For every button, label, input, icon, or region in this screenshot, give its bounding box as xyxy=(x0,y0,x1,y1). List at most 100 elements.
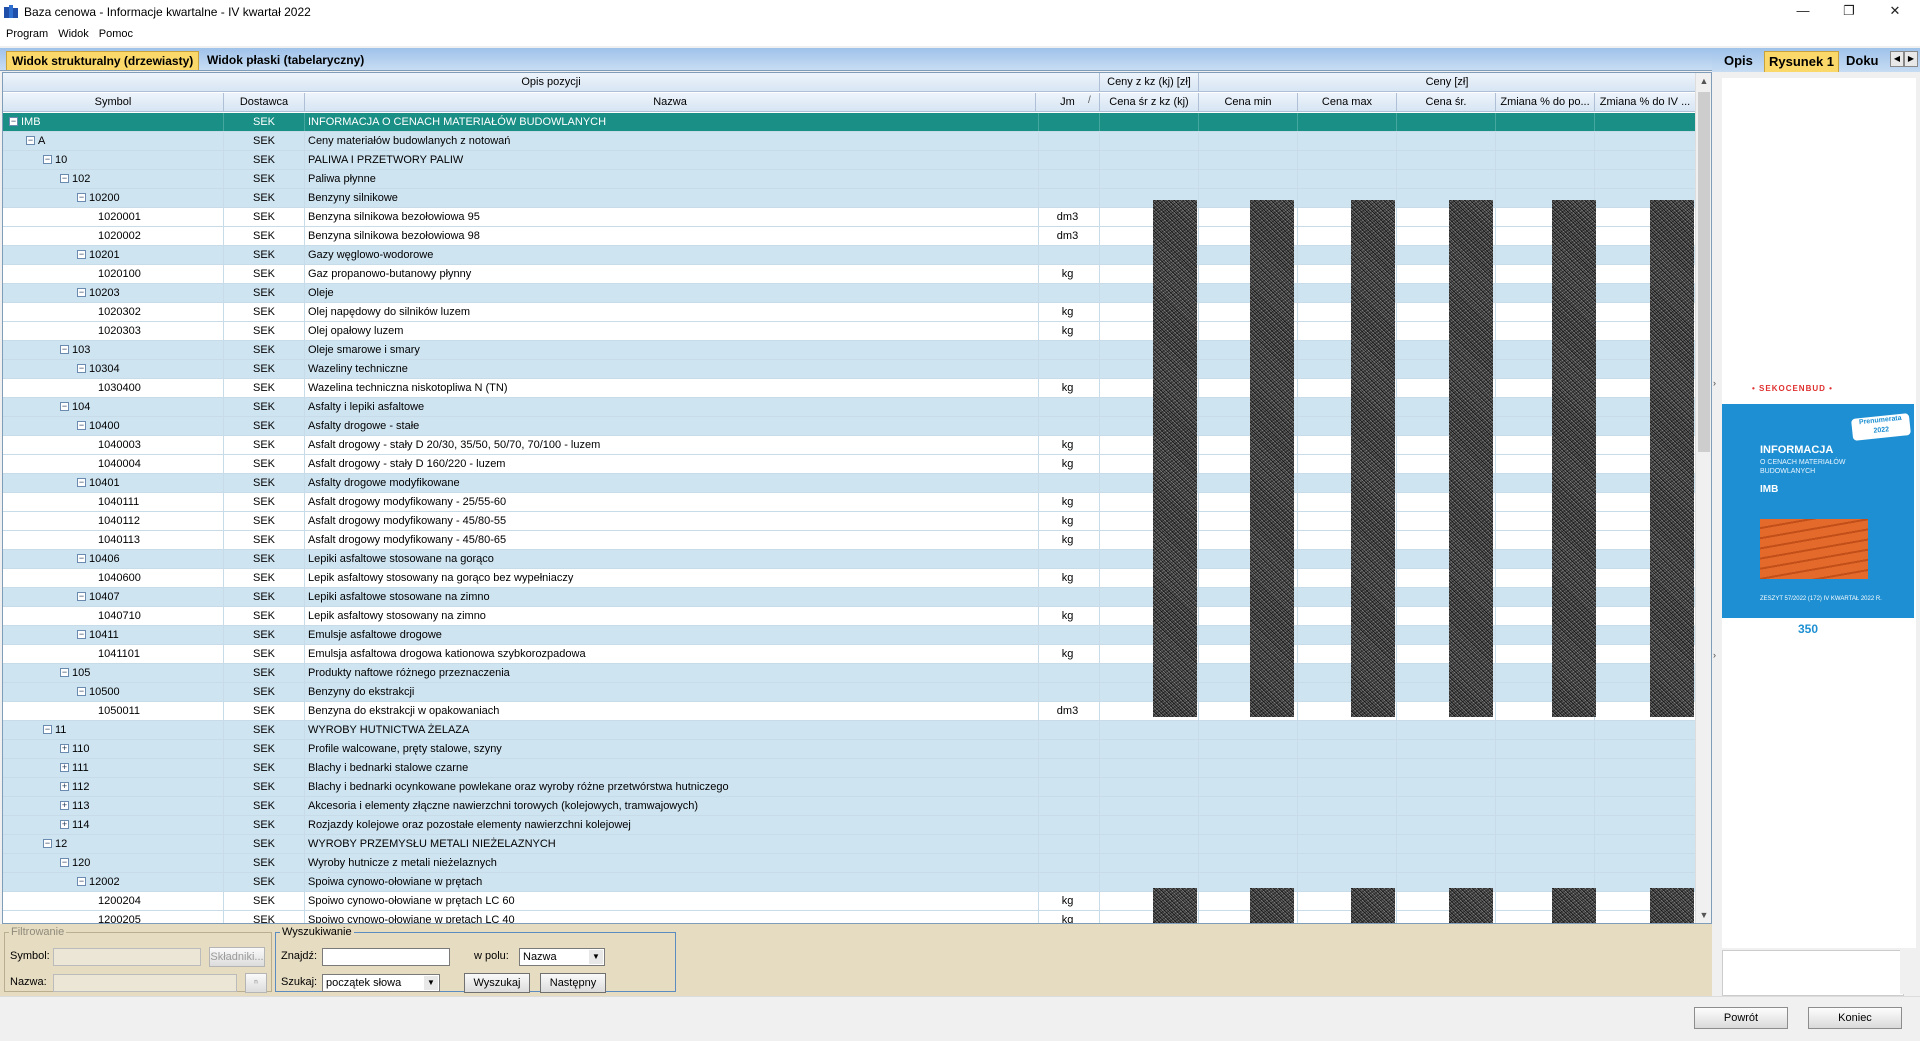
table-row[interactable]: 1040004 SEK Asfalt drogowy - stały D 160/2… xyxy=(3,455,1696,474)
table-row[interactable]: 1020303 SEK Olej opałowy luzem kg xyxy=(3,322,1696,341)
collapse-node-icon[interactable]: − xyxy=(60,668,69,677)
table-row[interactable]: −10407 SEK Lepiki asfaltowe stosowane na z… xyxy=(3,588,1696,607)
tabs-scroll-right-icon[interactable]: ▶ xyxy=(1904,51,1918,67)
table-row[interactable]: −10400 SEK Asfalty drogowe - stałe xyxy=(3,417,1696,436)
table-row[interactable]: −10201 SEK Gazy węglowo-wodorowe xyxy=(3,246,1696,265)
collapse-node-icon[interactable]: − xyxy=(77,193,86,202)
table-row[interactable]: +113 SEK Akcesoria i elementy złączne nawi… xyxy=(3,797,1696,816)
next-button[interactable]: Następny xyxy=(540,973,606,993)
table-row[interactable]: 1200205 SEK Spoiwo cynowo-ołowiane w pręta… xyxy=(3,911,1696,923)
collapse-node-icon[interactable]: − xyxy=(77,592,86,601)
grid-vertical-scrollbar[interactable]: ▲ ▼ xyxy=(1695,73,1711,923)
components-button[interactable]: Składniki... xyxy=(209,947,265,967)
collapse-node-icon[interactable]: − xyxy=(43,839,52,848)
collapse-node-icon[interactable]: − xyxy=(77,478,86,487)
column-header-avg[interactable]: Cena śr. xyxy=(1397,93,1496,112)
collapse-node-icon[interactable]: − xyxy=(9,117,18,126)
collapse-node-icon[interactable]: − xyxy=(77,687,86,696)
column-header-change-prev[interactable]: Zmiana % do po... xyxy=(1496,93,1595,112)
table-row[interactable]: −12 SEK WYROBY PRZEMYSŁU METALI NIEŻELAZNY… xyxy=(3,835,1696,854)
description-scrollbar[interactable] xyxy=(1900,950,1916,994)
table-row[interactable]: 1040003 SEK Asfalt drogowy - stały D 20/30… xyxy=(3,436,1696,455)
dropdown-arrow-icon[interactable]: ▼ xyxy=(424,976,438,990)
column-header-avg-kz[interactable]: Cena śr z kz (kj) xyxy=(1100,93,1199,112)
search-button[interactable]: Wyszukaj xyxy=(464,973,530,993)
filter-name-input[interactable] xyxy=(53,974,237,992)
menu-widok[interactable]: Widok xyxy=(53,24,94,40)
collapse-node-icon[interactable]: − xyxy=(77,554,86,563)
table-row[interactable]: 1041101 SEK Emulsja asfaltowa drogowa kati… xyxy=(3,645,1696,664)
table-row[interactable]: −12002 SEK Spoiwa cynowo-ołowiane w prętac… xyxy=(3,873,1696,892)
column-header-name[interactable]: Nazwa xyxy=(305,93,1036,112)
expand-node-icon[interactable]: + xyxy=(60,820,69,829)
table-row[interactable]: 1040113 SEK Asfalt drogowy modyfikowany - … xyxy=(3,531,1696,550)
column-header-max[interactable]: Cena max xyxy=(1298,93,1397,112)
tab-structural-view[interactable]: Widok strukturalny (drzewiasty) xyxy=(6,51,200,70)
maximize-button[interactable]: ❐ xyxy=(1826,0,1872,24)
expand-node-icon[interactable]: + xyxy=(60,744,69,753)
table-row[interactable]: 1020002 SEK Benzyna silnikowa bezołowiowa … xyxy=(3,227,1696,246)
column-header-supplier[interactable]: Dostawca xyxy=(224,93,305,112)
table-row[interactable]: +114 SEK Rozjazdy kolejowe oraz pozostałe … xyxy=(3,816,1696,835)
table-row[interactable]: − A SEK Ceny materiałów budowlanych z notow… xyxy=(3,132,1696,151)
table-row[interactable]: − IMB SEK INFORMACJA O CENACH MATERIAŁÓW BU… xyxy=(3,113,1696,132)
table-row[interactable]: −10 SEK PALIWA I PRZETWORY PALIW xyxy=(3,151,1696,170)
search-mode-select[interactable]: początek słowa ▼ xyxy=(322,974,440,992)
collapse-node-icon[interactable]: − xyxy=(43,155,52,164)
table-row[interactable]: +110 SEK Profile walcowane, pręty stalowe,… xyxy=(3,740,1696,759)
table-row[interactable]: 1050011 SEK Benzyna do ekstrakcji w opakow… xyxy=(3,702,1696,721)
search-field-select[interactable]: Nazwa ▼ xyxy=(519,948,605,966)
collapse-node-icon[interactable]: − xyxy=(77,250,86,259)
table-row[interactable]: 1040112 SEK Asfalt drogowy modyfikowany - … xyxy=(3,512,1696,531)
collapse-node-icon[interactable]: − xyxy=(77,630,86,639)
back-button[interactable]: Powrót xyxy=(1694,1007,1788,1029)
table-row[interactable]: −105 SEK Produkty naftowe różnego przeznac… xyxy=(3,664,1696,683)
collapse-node-icon[interactable]: − xyxy=(43,725,52,734)
close-button[interactable]: ✕ xyxy=(1872,0,1918,24)
tab-flat-view[interactable]: Widok płaski (tabelaryczny) xyxy=(202,51,369,69)
scroll-down-arrow-icon[interactable]: ▼ xyxy=(1696,907,1711,923)
tab-opis[interactable]: Opis xyxy=(1720,51,1757,71)
column-header-change-iv[interactable]: Zmiana % do IV ... xyxy=(1595,93,1696,112)
table-row[interactable]: −10304 SEK Wazeliny techniczne xyxy=(3,360,1696,379)
collapse-node-icon[interactable]: − xyxy=(60,402,69,411)
scroll-thumb[interactable] xyxy=(1698,92,1710,452)
table-row[interactable]: −10200 SEK Benzyny silnikowe xyxy=(3,189,1696,208)
table-row[interactable]: 1020001 SEK Benzyna silnikowa bezołowiowa … xyxy=(3,208,1696,227)
minimize-button[interactable]: — xyxy=(1780,0,1826,24)
collapse-node-icon[interactable]: − xyxy=(77,364,86,373)
dropdown-arrow-icon[interactable]: ▼ xyxy=(589,950,603,964)
table-row[interactable]: −102 SEK Paliwa płynne xyxy=(3,170,1696,189)
table-row[interactable]: 1040710 SEK Lepik asfaltowy stosowany na z… xyxy=(3,607,1696,626)
menu-pomoc[interactable]: Pomoc xyxy=(94,24,138,40)
collapse-node-icon[interactable]: − xyxy=(60,345,69,354)
table-row[interactable]: −120 SEK Wyroby hutnicze z metali nieżelaz… xyxy=(3,854,1696,873)
tab-dokumenty[interactable]: Doku xyxy=(1842,51,1883,71)
collapse-node-icon[interactable]: − xyxy=(26,136,35,145)
expand-node-icon[interactable]: + xyxy=(60,782,69,791)
collapse-node-icon[interactable]: − xyxy=(77,288,86,297)
menu-program[interactable]: Program xyxy=(0,24,53,40)
scroll-up-arrow-icon[interactable]: ▲ xyxy=(1696,73,1711,89)
table-row[interactable]: −10406 SEK Lepiki asfaltowe stosowane na g… xyxy=(3,550,1696,569)
table-row[interactable]: −10500 SEK Benzyny do ekstrakcji xyxy=(3,683,1696,702)
tabs-scroll-left-icon[interactable]: ◀ xyxy=(1890,51,1904,67)
collapse-node-icon[interactable]: − xyxy=(77,877,86,886)
filter-name-button[interactable]: ⁿ xyxy=(245,973,267,993)
filter-symbol-input[interactable] xyxy=(53,948,201,966)
table-row[interactable]: 1030400 SEK Wazelina techniczna niskotopli… xyxy=(3,379,1696,398)
table-row[interactable]: 1200204 SEK Spoiwo cynowo-ołowiane w pręta… xyxy=(3,892,1696,911)
table-row[interactable]: 1040600 SEK Lepik asfaltowy stosowany na g… xyxy=(3,569,1696,588)
column-header-symbol[interactable]: Symbol xyxy=(3,93,224,112)
table-row[interactable]: 1040111 SEK Asfalt drogowy modyfikowany - … xyxy=(3,493,1696,512)
table-row[interactable]: −10401 SEK Asfalty drogowe modyfikowane xyxy=(3,474,1696,493)
collapse-node-icon[interactable]: − xyxy=(60,858,69,867)
panel-expand-arrow-icon[interactable]: › xyxy=(1713,650,1721,660)
search-input[interactable] xyxy=(322,948,450,966)
table-row[interactable]: −10203 SEK Oleje xyxy=(3,284,1696,303)
table-row[interactable]: −104 SEK Asfalty i lepiki asfaltowe xyxy=(3,398,1696,417)
expand-node-icon[interactable]: + xyxy=(60,763,69,772)
table-row[interactable]: 1020100 SEK Gaz propanowo-butanowy płynny k… xyxy=(3,265,1696,284)
table-row[interactable]: −10411 SEK Emulsje asfaltowe drogowe xyxy=(3,626,1696,645)
collapse-node-icon[interactable]: − xyxy=(60,174,69,183)
